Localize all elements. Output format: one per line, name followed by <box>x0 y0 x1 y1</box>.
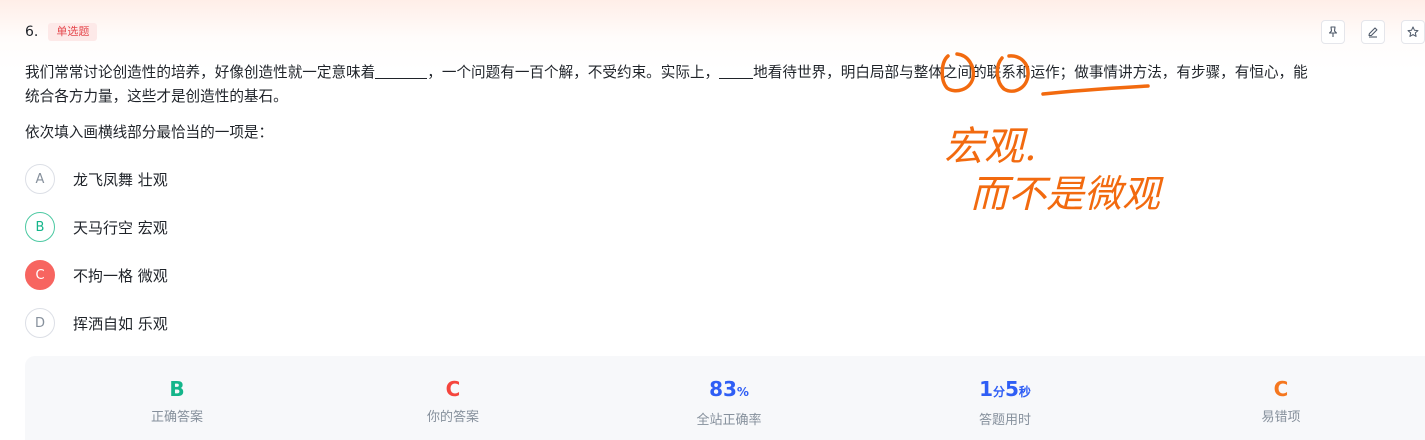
option-c[interactable]: C 不拘一格 微观 <box>25 259 168 291</box>
accuracy-unit: % <box>736 385 749 399</box>
question-type-badge: 单选题 <box>48 23 98 41</box>
pin-icon <box>1328 26 1338 37</box>
option-b[interactable]: B 天马行空 宏观 <box>25 211 168 243</box>
note-line-1: 宏观. <box>944 124 1037 170</box>
answer-stats-panel: B 正确答案 C 你的答案 83% 全站正确率 1分5秒 答题用时 C 易错项 <box>25 356 1425 440</box>
correct-answer-label: 正确答案 <box>150 410 203 425</box>
accuracy-number: 83 <box>709 377 737 401</box>
option-d[interactable]: D 挥洒自如 乐观 <box>25 307 168 339</box>
stat-time-used: 1分5秒 答题用时 <box>935 376 1075 428</box>
option-letter: C <box>25 260 55 290</box>
stat-correct-answer: B 正确答案 <box>107 376 247 425</box>
star-icon <box>1407 26 1419 37</box>
stem-text-b: ，一个问题有一百个解，不受约束。实际上， <box>427 64 720 81</box>
site-accuracy-label: 全站正确率 <box>696 413 762 428</box>
stat-common-wrong: C 易错项 <box>1211 376 1351 425</box>
note-line-2: 而不是微观 <box>970 172 1164 216</box>
header-background <box>0 0 1425 70</box>
stat-your-answer: C 你的答案 <box>383 376 523 425</box>
option-a[interactable]: A 龙飞凤舞 壮观 <box>25 163 168 195</box>
stem-line-1: 我们常常讨论创造性的培养，好像创造性就一定意味着 ，一个问题有一百个解，不受约束。… <box>25 61 1425 85</box>
common-wrong-label: 易错项 <box>1261 410 1301 425</box>
question-toolbar <box>1321 20 1425 44</box>
option-letter: D <box>25 308 55 338</box>
edit-icon <box>1368 27 1378 38</box>
edit-note-button[interactable] <box>1361 20 1385 44</box>
time-seconds: 5 <box>1005 377 1019 401</box>
blank-2 <box>719 62 754 79</box>
option-text: 龙飞凤舞 壮观 <box>73 170 168 189</box>
your-answer-value: C <box>445 377 461 401</box>
question-prompt: 依次填入画横线部分最恰当的一项是： <box>25 124 274 141</box>
question-header: 6. 单选题 <box>25 22 98 42</box>
option-text: 天马行空 宏观 <box>73 218 168 237</box>
stem-text-a: 我们常常讨论创造性的培养，好像创造性就一定意味着 <box>25 64 376 81</box>
time-used-value: 1分5秒 <box>935 376 1075 405</box>
stem-line-2: 统合各方力量，这些才是创造性的基石。 <box>25 88 288 105</box>
time-seconds-unit: 秒 <box>1018 385 1031 399</box>
common-wrong-value: C <box>1273 377 1289 401</box>
stem-text-c: 地看待世界，明白局部与整体之间的联系和运作；做事情讲方法，有步骤，有恒心，能 <box>753 64 1308 81</box>
time-minutes: 1 <box>979 377 993 401</box>
option-letter: A <box>25 164 55 194</box>
question-stem: 我们常常讨论创造性的培养，好像创造性就一定意味着 ，一个问题有一百个解，不受约束。… <box>25 61 1425 109</box>
pin-button[interactable] <box>1321 20 1345 44</box>
stat-site-accuracy: 83% 全站正确率 <box>659 376 799 428</box>
favorite-button[interactable] <box>1401 20 1425 44</box>
site-accuracy-value: 83% <box>659 376 799 405</box>
time-used-label: 答题用时 <box>978 413 1031 428</box>
option-text: 挥洒自如 乐观 <box>73 314 168 333</box>
question-number: 6. <box>25 24 39 40</box>
correct-answer-value: B <box>169 377 185 401</box>
your-answer-label: 你的答案 <box>426 410 479 425</box>
blank-1 <box>375 62 428 79</box>
option-letter: B <box>25 212 55 242</box>
time-minutes-unit: 分 <box>992 385 1005 399</box>
option-text: 不拘一格 微观 <box>73 266 168 285</box>
